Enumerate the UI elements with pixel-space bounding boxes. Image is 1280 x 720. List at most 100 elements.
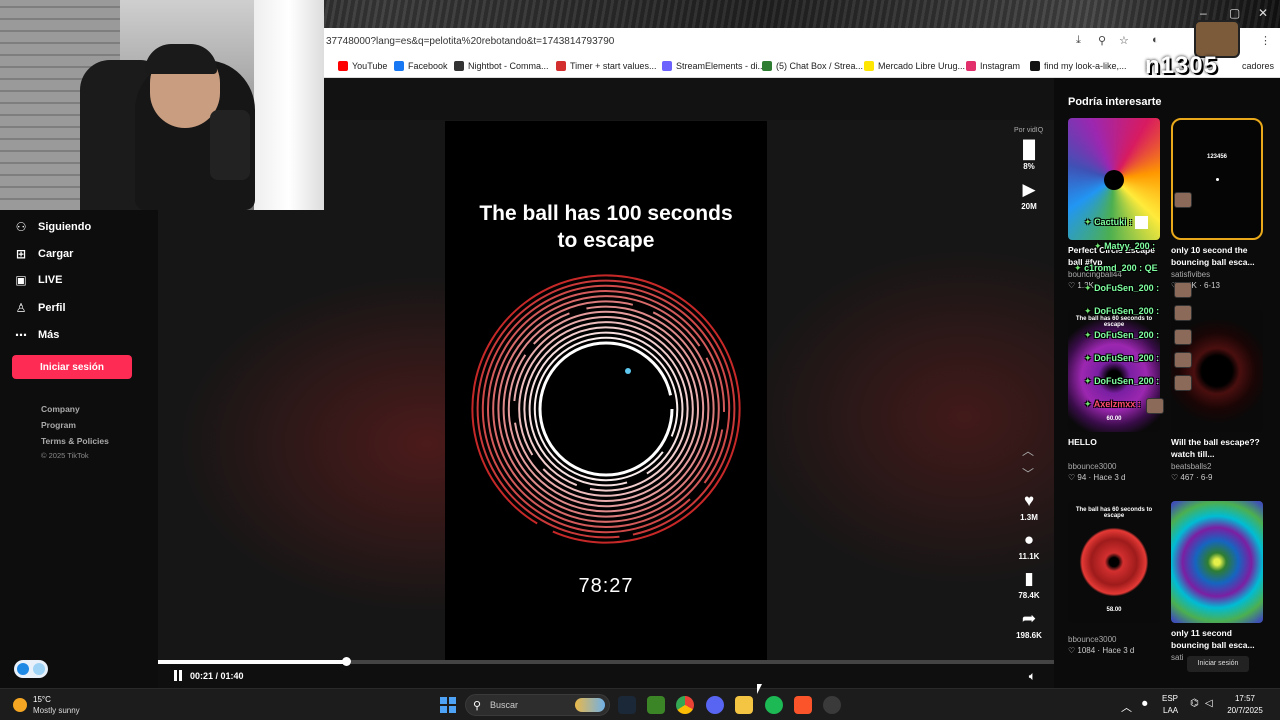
weather-temp[interactable]: 15°C [33,695,51,704]
like-button[interactable]: ♥ 1.3M [1009,491,1049,522]
menu-icon[interactable]: ⋮ [1260,34,1271,47]
escape-ring [487,290,725,528]
chat-line: ✦ DoFuSen_200 : [1084,353,1159,364]
sidebar-item-label: Más [38,329,60,341]
extension-icon[interactable]: ◐ [1152,34,1159,46]
brave-icon[interactable] [794,696,812,714]
obs-icon[interactable] [823,696,841,714]
tray-chevron-icon[interactable]: ︿ [1121,699,1132,715]
maximize-icon[interactable]: ▢ [1229,6,1240,20]
screen: – ▢ ✕ 37748000?lang=es&q=pelotita%20rebo… [0,0,1280,720]
footer-link-program[interactable]: Program [41,420,76,430]
url-text[interactable]: 37748000?lang=es&q=pelotita%20rebotando&… [326,36,614,47]
comment-icon: ● [1023,530,1035,549]
rec-card[interactable]: only 11 second bouncing ball esca... sat… [1171,501,1263,662]
recs-login-chip[interactable]: Iniciar sesión [1187,656,1249,672]
pause-icon[interactable] [172,670,184,682]
clock-time[interactable]: 17:57 [1220,694,1270,703]
views-button[interactable]: ▶ 20M [1009,180,1049,211]
escape-ring [497,300,715,518]
login-button[interactable]: Iniciar sesión [12,355,132,379]
spotify-icon[interactable] [765,696,783,714]
bookmark-item[interactable]: Instagram [966,61,1020,71]
rec-meta-text: 467 · 6-9 [1180,473,1213,482]
discord-icon[interactable] [706,696,724,714]
sidebar-item-cargar[interactable]: ⊞ Cargar [14,247,74,261]
bookmark-item[interactable]: Timer + start values... [556,61,656,71]
escape-ring [481,284,731,534]
prev-video-icon[interactable]: ︿ [1022,442,1034,459]
bookmark-label: YouTube [352,61,388,71]
steam-icon[interactable] [618,696,636,714]
video-player[interactable]: The ball has 100 seconds to escape 78:27 [445,121,767,661]
stats-button[interactable]: ▐▌ 8% [1009,140,1049,171]
thumb-ball [1216,178,1219,181]
star-icon: ✦ [1084,399,1092,409]
close-icon[interactable]: ✕ [1258,6,1268,20]
minimize-icon[interactable]: – [1200,6,1207,20]
save-button[interactable]: ▮ 78.4K [1009,569,1049,600]
chat-avatar [1174,305,1192,321]
bookmark-item[interactable]: YouTube [338,61,387,71]
weather-sun-icon[interactable] [13,698,27,712]
bookmarks-folder[interactable]: cadores [1242,61,1274,71]
chat-line: ✦ Cactuki : [1084,216,1149,229]
network-icon[interactable]: ⌬ [1190,698,1199,709]
windows-start-icon[interactable] [440,697,456,713]
star-icon: ✦ [1084,376,1092,386]
lang-primary[interactable]: ESP [1162,694,1178,703]
microphone-icon[interactable]: ⏺ [1142,698,1148,711]
zoom-icon[interactable]: ⚲ [1098,34,1106,47]
taskbar-search[interactable]: ⚲ Buscar [465,694,610,716]
footer-link-company[interactable]: Company [41,404,80,414]
sidebar-item-mas[interactable]: ⋯ Más [14,328,59,342]
sidebar-item-live[interactable]: ▣ LIVE [14,273,62,287]
next-video-icon[interactable]: ﹀ [1022,465,1034,482]
cam-cap [145,44,217,74]
sidebar-item-label: LIVE [38,274,63,286]
star-icon[interactable]: ☆ [1119,34,1129,47]
sidebar-item-siguiendo[interactable]: ⚇ Siguiendo [14,220,92,234]
thumb-center [1104,170,1124,190]
cam-microphone [210,110,250,180]
chat-avatar [1174,352,1192,368]
extension-toggle[interactable] [14,660,48,678]
lang-secondary[interactable]: LAA [1163,706,1178,715]
rec-author: bbounce3000 [1068,635,1117,644]
rec-thumbnail: 123456 [1171,118,1263,240]
recs-title: Podría interesarte [1068,96,1162,108]
rec-author: beatsballs2 [1171,462,1212,471]
install-icon[interactable]: ⤓ [1076,34,1081,47]
share-button[interactable]: ➦ 198.6K [1009,609,1049,640]
share-count: 198.6K [1016,631,1042,640]
footer-link-terms[interactable]: Terms & Policies [41,436,109,446]
star-icon: ✦ [1084,330,1092,340]
rec-card[interactable]: The ball has 60 seconds to escape 58.00 … [1068,501,1160,655]
stream-brand-logo: n1305 [1144,52,1218,79]
clock-date[interactable]: 20/7/2025 [1220,706,1270,715]
rec-title [1068,627,1160,633]
address-bar[interactable]: 37748000?lang=es&q=pelotita%20rebotando&… [324,28,1280,56]
star-icon: ✦ [1084,283,1092,293]
volume-icon[interactable]: 🔈︎ [1029,669,1036,684]
chat-user: DoFuSen_200 : [1094,306,1160,316]
views-count: 20M [1021,202,1037,211]
weather-desc[interactable]: Mostly sunny [33,706,80,715]
sidebar-item-perfil[interactable]: ♙ Perfil [14,301,66,315]
bookmark-item[interactable]: StreamElements - di... [662,61,765,71]
bookmark-favicon-icon [662,61,672,71]
taskbar: 15°C Mostly sunny ⚲ Buscar ︿ ⏺ ESP LAA ⌬… [0,688,1280,720]
chrome-icon[interactable] [676,696,694,714]
speaker-icon[interactable]: ◁ [1205,698,1213,709]
file-explorer-icon[interactable] [735,696,753,714]
bookmark-favicon-icon [1030,61,1040,71]
xbox-icon[interactable] [647,696,665,714]
bookmark-item[interactable]: Facebook [394,61,448,71]
bookmark-item[interactable]: (5) Chat Box / Strea... [762,61,863,71]
bookmark-item[interactable]: find my look-a-like,... [1030,61,1127,71]
bookmark-label: Mercado Libre Urug... [878,61,966,71]
bookmark-item[interactable]: Mercado Libre Urug... [864,61,965,71]
comment-button[interactable]: ● 11.1K [1009,530,1049,561]
bookmark-item[interactable]: Nightbot - Comma... [454,61,549,71]
thumb-text: The ball has 60 seconds to escape [1075,507,1153,519]
